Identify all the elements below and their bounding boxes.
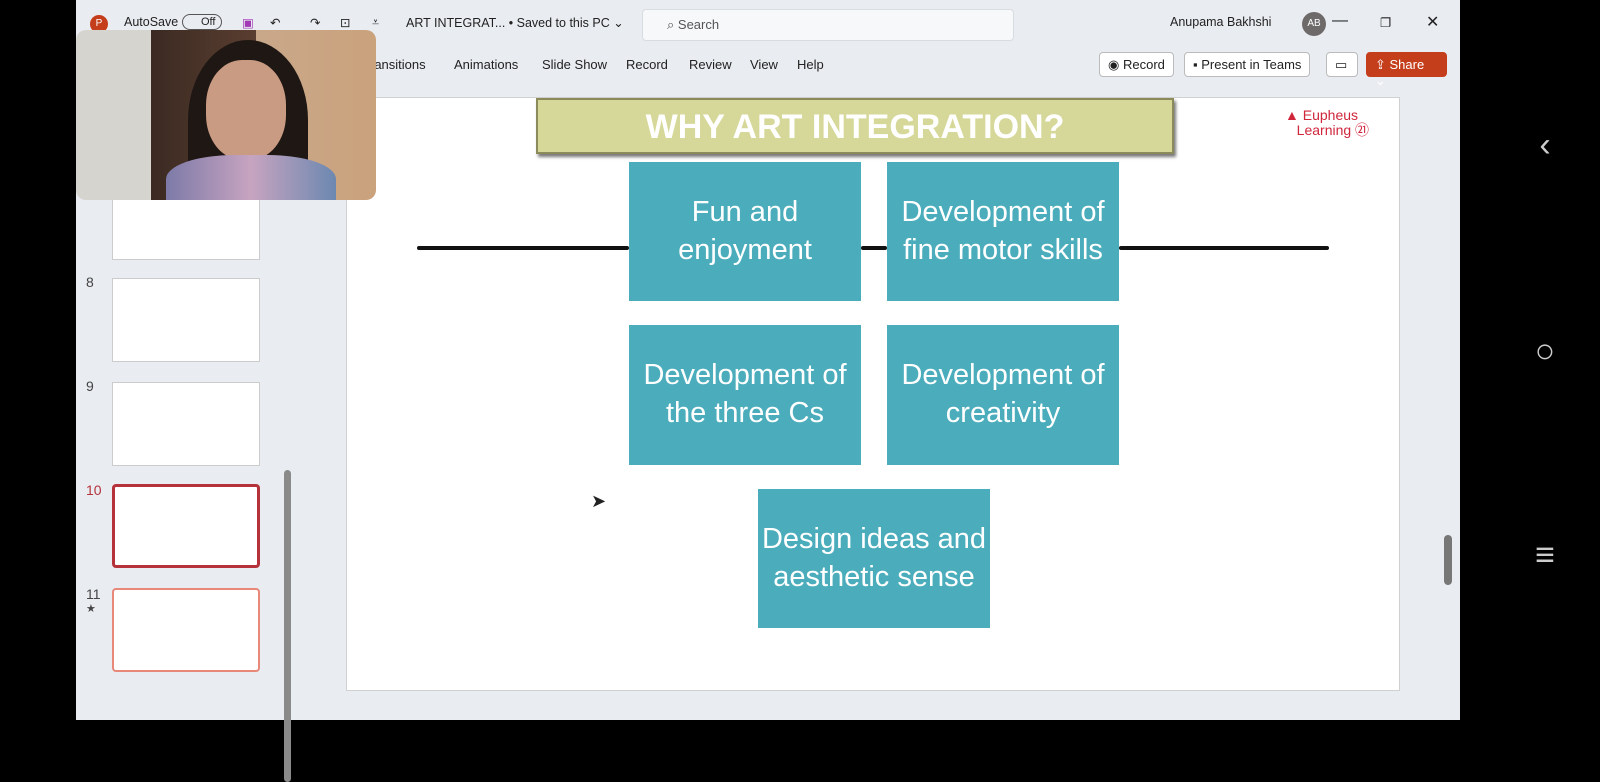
present-in-teams-button[interactable]: ▪ Present in Teams <box>1184 52 1311 77</box>
presenter-shirt <box>166 155 336 200</box>
share-label: Share <box>1389 57 1425 72</box>
comment-icon: ▭ <box>1335 57 1348 72</box>
close-icon[interactable]: ✕ <box>1426 12 1439 32</box>
present-label: Present in Teams <box>1201 57 1302 72</box>
tab-transitions[interactable]: ransitions <box>370 57 426 72</box>
share-button[interactable]: ⇪ Share ⌄ <box>1366 52 1447 88</box>
document-title[interactable]: ART INTEGRAT... • Saved to this PC ⌄ <box>406 15 624 30</box>
tab-help[interactable]: Help <box>797 57 824 72</box>
menu-icon[interactable]: ≡ <box>1525 536 1565 575</box>
tab-record[interactable]: Record <box>626 57 668 72</box>
box-three-cs: Development of the three Cs <box>629 325 861 465</box>
tab-animations[interactable]: Animations <box>454 57 518 72</box>
restore-icon[interactable]: ❐ <box>1380 15 1391 30</box>
avatar[interactable]: AB <box>1302 12 1326 36</box>
eupheus-logo: ▲ Eupheus Learning ㉑ <box>1285 107 1370 139</box>
search-icon: ⌕ <box>667 17 678 32</box>
record-icon: ◉ <box>1108 57 1123 72</box>
thumbnail-8[interactable] <box>112 278 260 362</box>
doc-title-text: ART INTEGRAT... • Saved to this PC <box>406 16 610 30</box>
box-creativity: Development of creativity <box>887 325 1119 465</box>
autosave-toggle[interactable]: Off <box>182 14 223 30</box>
tab-view[interactable]: View <box>750 57 778 72</box>
present-icon[interactable]: ⊡ <box>340 15 350 30</box>
teams-icon: ▪ <box>1193 57 1202 72</box>
search-placeholder: Search <box>677 17 720 32</box>
user-name: Anupama Bakhshi <box>1170 15 1272 29</box>
share-icon: ⇪ <box>1375 57 1390 72</box>
tab-slide-show[interactable]: Slide Show <box>542 57 607 72</box>
connector-line <box>1119 246 1329 250</box>
thumbnail-9[interactable] <box>112 382 260 466</box>
box-fine-motor: Development of fine motor skills <box>887 162 1119 301</box>
connector-line <box>861 246 887 250</box>
box-design-aesthetic: Design ideas and aesthetic sense <box>758 489 990 628</box>
thumbnail-number: 10 <box>86 482 102 498</box>
webcam-video-overlay <box>76 30 376 200</box>
star-icon: ★ <box>86 603 96 615</box>
minimize-icon[interactable]: — <box>1332 12 1348 30</box>
slide-title: WHY ART INTEGRATION? <box>536 98 1174 154</box>
thumbnail-10-selected[interactable] <box>112 484 260 568</box>
thumbnail-7-partial[interactable] <box>112 198 260 260</box>
customize-icon[interactable]: ⩡ <box>372 15 379 30</box>
slide-scrollbar[interactable] <box>1444 535 1452 585</box>
box-fun-enjoyment: Fun and enjoyment <box>629 162 861 301</box>
thumbnails-scrollbar[interactable] <box>284 470 291 782</box>
thumbnail-11[interactable] <box>112 588 260 672</box>
comments-button[interactable]: ▭ <box>1326 52 1358 77</box>
save-icon[interactable]: ▣ <box>242 15 254 30</box>
tab-review[interactable]: Review <box>689 57 732 72</box>
connector-line <box>417 246 629 250</box>
back-arrow-icon[interactable]: ‹ <box>1525 126 1565 165</box>
thumbnail-number: 8 <box>86 274 94 290</box>
autosave-label: AutoSave <box>124 15 179 29</box>
thumbnail-number: 11 <box>86 586 101 602</box>
android-navigation-bar: ‹ ○ ≡ <box>1490 0 1600 720</box>
presenter-face <box>206 60 286 160</box>
mouse-cursor-icon: ➤ <box>591 491 607 511</box>
record-label: Record <box>1122 57 1165 72</box>
thumbnail-number: 9 <box>86 378 94 394</box>
home-circle-icon[interactable]: ○ <box>1525 332 1565 371</box>
record-button[interactable]: ◉ Record <box>1099 52 1174 77</box>
slide-canvas[interactable]: WHY ART INTEGRATION? ▲ Eupheus Learning … <box>346 97 1400 691</box>
undo-icon[interactable]: ↶ <box>270 15 280 30</box>
redo-icon[interactable]: ↷ <box>310 15 320 30</box>
search-input[interactable]: ⌕ Search <box>642 9 1014 41</box>
